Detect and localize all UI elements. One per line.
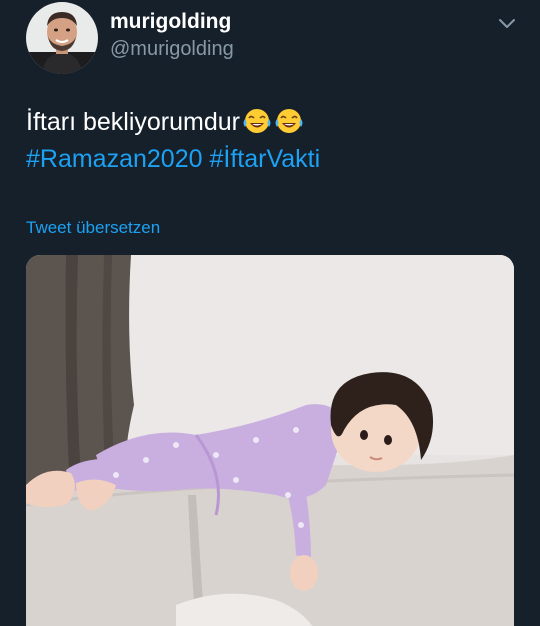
- hashtag-link[interactable]: #İftarVakti: [209, 145, 320, 173]
- tweet-photo[interactable]: [26, 255, 514, 626]
- tweet-text-body: İftarı bekliyorumdur: [26, 108, 240, 136]
- chevron-down-icon[interactable]: [496, 14, 518, 32]
- tweet-text-line-2: #Ramazan2020 #İftarVakti: [26, 141, 516, 178]
- face-with-tears-of-joy-icon: [242, 107, 272, 135]
- hashtag-link[interactable]: #Ramazan2020: [26, 145, 203, 173]
- face-with-tears-of-joy-icon: [274, 107, 304, 135]
- author-handle[interactable]: @murigolding: [110, 38, 234, 61]
- translate-tweet-link[interactable]: Tweet übersetzen: [26, 218, 160, 238]
- tweet-text: İftarı bekliyorumdur #Ramazan2020 #İftar…: [26, 104, 516, 178]
- tweet-card: murigolding @murigolding İftarı bekliyor…: [0, 0, 540, 626]
- avatar[interactable]: [26, 2, 98, 74]
- tweet-text-line-1: İftarı bekliyorumdur: [26, 104, 516, 141]
- author-display-name[interactable]: murigolding: [110, 10, 231, 34]
